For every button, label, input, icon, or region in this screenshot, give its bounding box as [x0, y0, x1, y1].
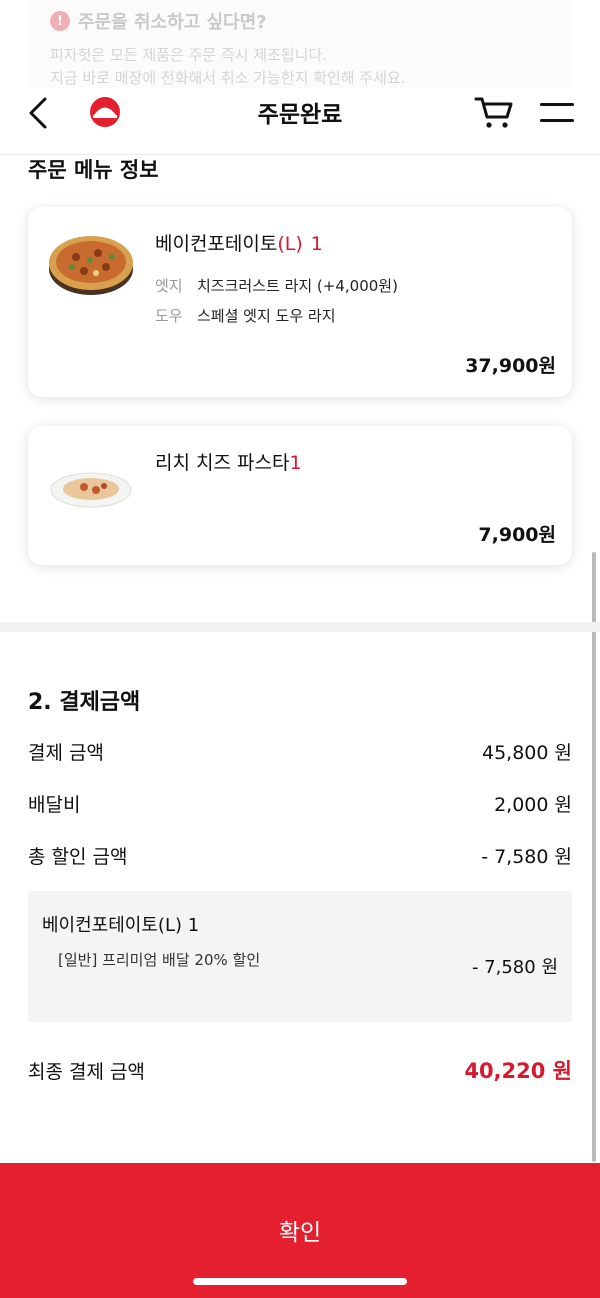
item-price: 37,900원	[465, 355, 556, 377]
home-indicator[interactable]	[193, 1278, 407, 1285]
item-name: 리치 치즈 파스타1	[155, 448, 302, 475]
option-label: 엣지	[155, 277, 183, 295]
option-value: 스페셜 엣지 도우 라지	[197, 307, 336, 325]
item-qty: 1	[289, 452, 302, 474]
item-name-text: 리치 치즈 파스타	[155, 452, 290, 474]
discount-desc: [일반] 프리미엄 배달 20% 할인	[58, 951, 261, 969]
discount-detail-box: 베이컨포테이토(L) 1 [일반] 프리미엄 배달 20% 할인 - 7,580…	[28, 891, 572, 1022]
option-dough: 도우 스페셜 엣지 도우 라지	[155, 305, 336, 326]
option-edge: 엣지 치즈크러스트 라지 (+4,000원)	[155, 275, 398, 296]
order-item-card: 리치 치즈 파스타1 7,900원	[28, 426, 572, 565]
section-divider	[0, 622, 600, 632]
row-label: 총 할인 금액	[28, 846, 128, 868]
payment-row-subtotal: 결제 금액 45,800 원	[28, 738, 572, 765]
row-value: - 7,580 원	[481, 846, 572, 868]
item-size: (L)	[277, 233, 303, 255]
menu-section-title: 주문 메뉴 정보	[28, 158, 159, 182]
cart-icon[interactable]	[474, 95, 514, 131]
alert-icon: !	[50, 11, 70, 31]
order-item-card: 베이컨포테이토(L) 1 엣지 치즈크러스트 라지 (+4,000원) 도우 스페셜 …	[28, 207, 572, 397]
final-total-label: 최종 결제 금액	[28, 1060, 145, 1083]
final-total-value: 40,220 원	[464, 1059, 572, 1083]
pasta-image	[50, 472, 132, 508]
row-value: 45,800 원	[481, 742, 572, 764]
payment-section-title: 2. 결제금액	[28, 690, 141, 715]
option-value: 치즈크러스트 라지 (+4,000원)	[197, 277, 398, 295]
row-value: 2,000 원	[494, 794, 572, 816]
row-label: 결제 금액	[28, 742, 104, 764]
notice-line-1: 피자헛은 모든 제품은 주문 즉시 제조됩니다.	[50, 46, 328, 64]
payment-row-delivery: 배달비 2,000 원	[28, 790, 572, 817]
item-name-text: 베이컨포테이토	[155, 233, 278, 255]
confirm-label: 확인	[278, 1220, 322, 1246]
notice-line-2: 지금 바로 매장에 전화해서 취소 가능한지 확인해 주세요.	[50, 68, 406, 87]
item-name: 베이컨포테이토(L) 1	[155, 229, 323, 256]
item-qty: 1	[310, 233, 323, 255]
item-price: 7,900원	[478, 524, 556, 546]
final-total-row: 최종 결제 금액 40,220 원	[28, 1055, 572, 1085]
payment-row-discount: 총 할인 금액 - 7,580 원	[28, 842, 572, 869]
discount-item: 베이컨포테이토(L) 1	[42, 915, 200, 936]
scrollbar[interactable]	[592, 552, 596, 1162]
discount-amount: - 7,580 원	[471, 957, 558, 978]
pizza-image	[49, 236, 133, 295]
option-label: 도우	[155, 307, 183, 325]
hamburger-menu-icon[interactable]	[540, 102, 574, 124]
row-label: 배달비	[28, 794, 81, 816]
notice-title: 주문을 취소하고 싶다면?	[78, 12, 267, 33]
